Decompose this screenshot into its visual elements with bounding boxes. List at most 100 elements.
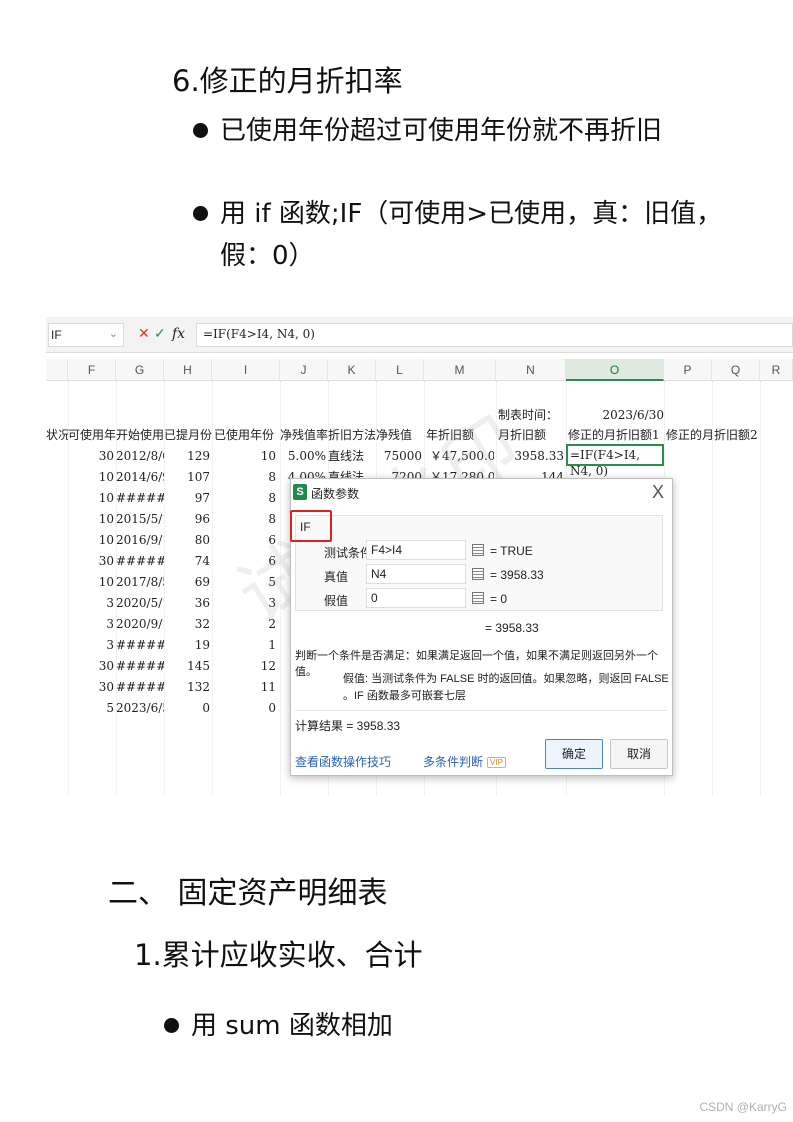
table-cell[interactable]: 107 <box>164 467 210 487</box>
column-header-m[interactable]: M <box>424 359 496 381</box>
table-cell[interactable]: 145 <box>164 656 210 676</box>
table-cell[interactable]: ￥47,500.00 <box>430 446 494 466</box>
table-cell[interactable]: 6 <box>212 530 276 550</box>
table-cell[interactable]: 3 <box>212 593 276 613</box>
table-cell[interactable]: 2 <box>212 614 276 634</box>
formula-input[interactable]: =IF(F4>I4, N4, 0) <box>196 323 793 347</box>
column-header-k[interactable]: K <box>328 359 376 381</box>
header-cell[interactable]: 修正的月折旧额2 <box>666 425 766 445</box>
table-cell[interactable]: 直线法 <box>328 446 376 466</box>
table-cell[interactable]: 3 <box>68 593 114 613</box>
cancel-button[interactable]: 取消 <box>610 739 668 769</box>
column-header-l[interactable]: L <box>376 359 424 381</box>
table-cell[interactable]: 129 <box>164 446 210 466</box>
table-cell[interactable]: ######## <box>116 656 164 676</box>
table-cell[interactable]: 2016/9/1 <box>116 530 164 550</box>
column-header-n[interactable]: N <box>496 359 566 381</box>
table-cell[interactable]: 80 <box>164 530 210 550</box>
multi-condition-link[interactable]: 多条件判断 VIP <box>423 753 506 770</box>
header-cell[interactable]: 可使用年 <box>68 425 116 445</box>
table-cell[interactable]: 2014/6/9 <box>116 467 164 487</box>
table-cell[interactable]: 0 <box>212 698 276 718</box>
table-cell[interactable]: 10 <box>68 509 114 529</box>
ok-button[interactable]: 确定 <box>545 739 603 769</box>
table-cell[interactable]: 2015/5/1 <box>116 509 164 529</box>
table-cell[interactable]: 12 <box>212 656 276 676</box>
table-cell[interactable]: 10 <box>68 530 114 550</box>
table-cell[interactable]: 132 <box>164 677 210 697</box>
table-cell[interactable]: 2023/6/5 <box>116 698 164 718</box>
table-cell[interactable]: 10 <box>68 572 114 592</box>
range-select-icon[interactable] <box>472 592 484 604</box>
table-cell[interactable]: 30 <box>68 446 114 466</box>
table-cell[interactable]: ######## <box>116 677 164 697</box>
name-box[interactable]: IF ⌄ <box>48 323 124 347</box>
column-header-r[interactable]: R <box>760 359 793 381</box>
table-cell[interactable]: 74 <box>164 551 210 571</box>
column-header-h[interactable]: H <box>164 359 212 381</box>
header-cell[interactable]: 已提月份 <box>164 425 212 445</box>
table-cell[interactable]: 5.00% <box>280 446 326 466</box>
table-cell[interactable]: 0 <box>164 698 210 718</box>
table-cell[interactable]: 10 <box>68 488 114 508</box>
arg-input-false[interactable]: 0 <box>366 588 466 608</box>
table-cell[interactable]: 19 <box>164 635 210 655</box>
table-cell[interactable]: 1 <box>212 635 276 655</box>
table-cell[interactable]: 96 <box>164 509 210 529</box>
table-cell[interactable]: 3 <box>68 635 114 655</box>
column-header-g[interactable]: G <box>116 359 164 381</box>
table-cell[interactable]: 3958.33 <box>496 446 564 466</box>
table-cell[interactable]: 2012/8/6 <box>116 446 164 466</box>
header-cell[interactable]: 已使用年份 <box>214 425 280 445</box>
table-cell[interactable]: 6 <box>212 551 276 571</box>
header-cell[interactable]: 修正的月折旧额1 <box>568 425 664 445</box>
table-cell[interactable]: 5 <box>212 572 276 592</box>
table-cell[interactable]: ######## <box>116 551 164 571</box>
table-cell[interactable]: 30 <box>68 677 114 697</box>
table-cell[interactable]: 10 <box>212 446 276 466</box>
table-cell[interactable]: 97 <box>164 488 210 508</box>
table-cell[interactable]: ######## <box>116 635 164 655</box>
multi-condition-link-label[interactable]: 多条件判断 <box>423 755 483 769</box>
table-cell[interactable]: 2020/5/1 <box>116 593 164 613</box>
table-cell[interactable]: 2017/8/5 <box>116 572 164 592</box>
table-cell[interactable]: 10 <box>68 467 114 487</box>
chevron-down-icon[interactable]: ⌄ <box>109 327 118 340</box>
header-cell[interactable]: 净残值 <box>376 425 424 445</box>
table-cell[interactable]: 8 <box>212 467 276 487</box>
table-cell[interactable]: 30 <box>68 551 114 571</box>
column-header-p[interactable]: P <box>664 359 712 381</box>
active-cell[interactable]: =IF(F4>I4, N4, 0) <box>566 444 664 478</box>
confirm-icon[interactable]: ✓ <box>154 326 166 342</box>
header-cell[interactable]: 净残值率 <box>280 425 328 445</box>
range-select-icon[interactable] <box>472 568 484 580</box>
table-cell[interactable]: 11 <box>212 677 276 697</box>
table-cell[interactable]: 8 <box>212 488 276 508</box>
arg-input-test[interactable]: F4>I4 <box>366 540 466 560</box>
range-select-icon[interactable] <box>472 544 484 556</box>
header-cell[interactable]: 月折旧额 <box>498 425 564 445</box>
table-cell[interactable]: 75000 <box>376 446 422 466</box>
column-header-j[interactable]: J <box>280 359 328 381</box>
close-icon[interactable]: X <box>652 482 664 503</box>
table-cell[interactable]: 69 <box>164 572 210 592</box>
function-tips-link[interactable]: 查看函数操作技巧 <box>295 753 391 770</box>
table-cell[interactable]: ######## <box>116 488 164 508</box>
table-cell[interactable]: 3 <box>68 614 114 634</box>
column-header-f[interactable]: F <box>68 359 116 381</box>
arg-input-true[interactable]: N4 <box>366 564 466 584</box>
fx-icon[interactable]: fx <box>172 326 185 342</box>
header-cell[interactable]: 状况 <box>46 425 68 445</box>
column-header-o[interactable]: O <box>566 359 664 381</box>
table-cell[interactable]: 32 <box>164 614 210 634</box>
header-cell[interactable]: 开始使用 <box>116 425 164 445</box>
column-header-i[interactable]: I <box>212 359 280 381</box>
header-cell[interactable]: 年折旧额 <box>426 425 494 445</box>
header-cell[interactable]: 折旧方法 <box>328 425 376 445</box>
table-cell[interactable]: 36 <box>164 593 210 613</box>
table-cell[interactable]: 8 <box>212 509 276 529</box>
table-cell[interactable]: 30 <box>68 656 114 676</box>
table-cell[interactable]: 5 <box>68 698 114 718</box>
column-header-q[interactable]: Q <box>712 359 760 381</box>
table-cell[interactable]: 2020/9/1 <box>116 614 164 634</box>
